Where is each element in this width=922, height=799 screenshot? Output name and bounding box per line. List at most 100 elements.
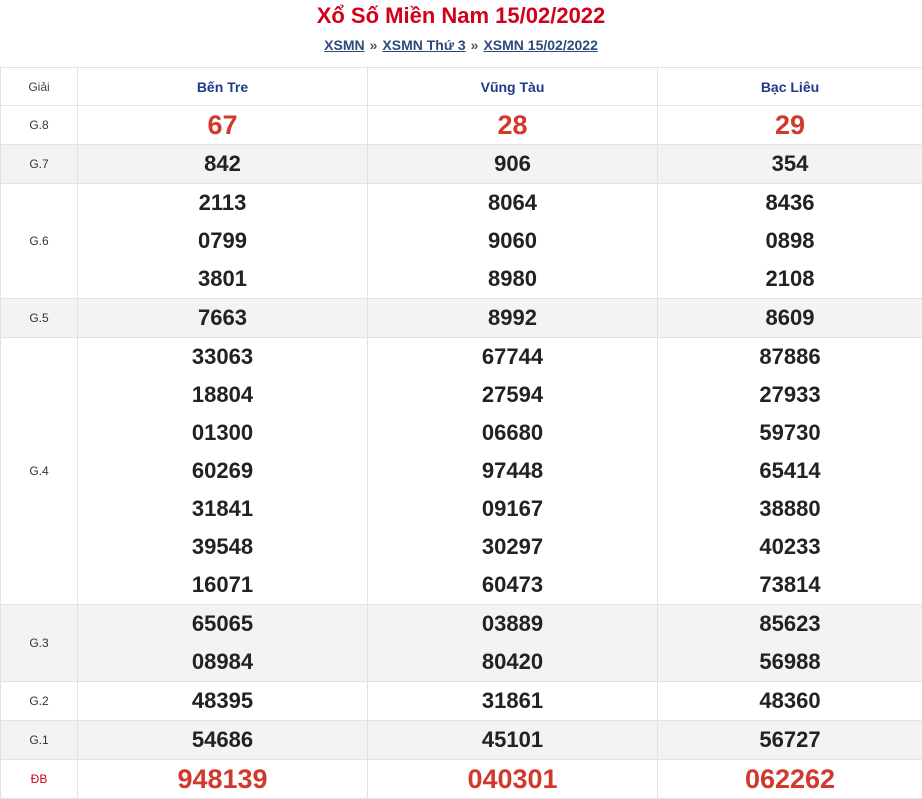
result-number: 87886: [658, 338, 922, 376]
result-number: 8064: [368, 184, 657, 222]
table-row: G.8672829: [1, 106, 922, 145]
result-number: 28: [368, 106, 657, 144]
prize-label: ĐB: [1, 760, 78, 799]
result-number: 948139: [78, 760, 367, 798]
results-table: Giải Bến Tre Vũng Tàu Bạc Liêu G.8672829…: [0, 67, 922, 799]
result-number: 8980: [368, 260, 657, 298]
result-number: 48395: [78, 682, 367, 720]
results-body: G.8672829G.7842906354G.62113079938018064…: [1, 106, 922, 799]
result-cell: 6506508984: [78, 605, 368, 682]
result-cell: 45101: [368, 721, 658, 760]
result-number: 73814: [658, 566, 922, 604]
result-cell: 67744275940668097448091673029760473: [368, 338, 658, 605]
prize-label: G.6: [1, 184, 78, 299]
result-number: 33063: [78, 338, 367, 376]
result-number: 60473: [368, 566, 657, 604]
result-cell: 54686: [78, 721, 368, 760]
result-cell: 7663: [78, 299, 368, 338]
result-number: 16071: [78, 566, 367, 604]
result-number: 56988: [658, 643, 922, 681]
result-number: 85623: [658, 605, 922, 643]
table-row: G.2483953186148360: [1, 682, 922, 721]
breadcrumb-link-xsmn-date[interactable]: XSMN 15/02/2022: [483, 37, 597, 53]
result-cell: 87886279335973065414388804023373814: [658, 338, 922, 605]
result-number: 60269: [78, 452, 367, 490]
result-number: 27933: [658, 376, 922, 414]
prize-label: G.7: [1, 145, 78, 184]
breadcrumb: XSMN»XSMN Thứ 3»XSMN 15/02/2022: [0, 36, 922, 54]
result-number: 3801: [78, 260, 367, 298]
page-header: Xổ Số Miền Nam 15/02/2022 XSMN»XSMN Thứ …: [0, 0, 922, 67]
result-number: 2108: [658, 260, 922, 298]
result-number: 54686: [78, 721, 367, 759]
result-number: 29: [658, 106, 922, 144]
breadcrumb-separator: »: [466, 37, 484, 53]
result-number: 8436: [658, 184, 922, 222]
result-number: 67: [78, 106, 367, 144]
result-number: 7663: [78, 299, 367, 337]
result-number: 09167: [368, 490, 657, 528]
result-cell: 56727: [658, 721, 922, 760]
result-cell: 31861: [368, 682, 658, 721]
province-header-vung-tau: Vũng Tàu: [368, 68, 658, 106]
result-number: 31841: [78, 490, 367, 528]
result-cell: 948139: [78, 760, 368, 799]
province-header-bac-lieu: Bạc Liêu: [658, 68, 922, 106]
result-cell: 842: [78, 145, 368, 184]
result-cell: 843608982108: [658, 184, 922, 299]
result-number: 8992: [368, 299, 657, 337]
result-number: 97448: [368, 452, 657, 490]
result-number: 2113: [78, 184, 367, 222]
result-cell: 8562356988: [658, 605, 922, 682]
result-cell: 062262: [658, 760, 922, 799]
result-number: 040301: [368, 760, 657, 798]
result-cell: 48395: [78, 682, 368, 721]
result-number: 01300: [78, 414, 367, 452]
result-number: 0799: [78, 222, 367, 260]
result-number: 18804: [78, 376, 367, 414]
result-cell: 67: [78, 106, 368, 145]
table-header-row: Giải Bến Tre Vũng Tàu Bạc Liêu: [1, 68, 922, 106]
result-number: 59730: [658, 414, 922, 452]
table-row: G.7842906354: [1, 145, 922, 184]
result-cell: 8609: [658, 299, 922, 338]
result-number: 56727: [658, 721, 922, 759]
province-header-ben-tre: Bến Tre: [78, 68, 368, 106]
result-cell: 0388980420: [368, 605, 658, 682]
prize-label: G.2: [1, 682, 78, 721]
result-cell: 354: [658, 145, 922, 184]
result-cell: 29: [658, 106, 922, 145]
result-cell: 906: [368, 145, 658, 184]
breadcrumb-link-xsmn[interactable]: XSMN: [324, 37, 364, 53]
result-number: 65414: [658, 452, 922, 490]
prize-column-header: Giải: [1, 68, 78, 106]
prize-label: G.4: [1, 338, 78, 605]
result-number: 30297: [368, 528, 657, 566]
result-number: 31861: [368, 682, 657, 720]
result-number: 906: [368, 145, 657, 183]
prize-label: G.3: [1, 605, 78, 682]
breadcrumb-separator: »: [365, 37, 383, 53]
result-number: 06680: [368, 414, 657, 452]
table-row: G.43306318804013006026931841395481607167…: [1, 338, 922, 605]
result-cell: 211307993801: [78, 184, 368, 299]
result-number: 48360: [658, 682, 922, 720]
result-number: 842: [78, 145, 367, 183]
result-cell: 28: [368, 106, 658, 145]
result-number: 40233: [658, 528, 922, 566]
result-number: 354: [658, 145, 922, 183]
result-cell: 8992: [368, 299, 658, 338]
breadcrumb-link-xsmn-thu3[interactable]: XSMN Thứ 3: [382, 37, 465, 53]
result-cell: 806490608980: [368, 184, 658, 299]
table-row: G.3650650898403889804208562356988: [1, 605, 922, 682]
result-number: 39548: [78, 528, 367, 566]
table-row: ĐB948139040301062262: [1, 760, 922, 799]
result-number: 65065: [78, 605, 367, 643]
table-row: G.6211307993801806490608980843608982108: [1, 184, 922, 299]
result-number: 45101: [368, 721, 657, 759]
result-cell: 040301: [368, 760, 658, 799]
result-cell: 48360: [658, 682, 922, 721]
result-number: 27594: [368, 376, 657, 414]
result-number: 9060: [368, 222, 657, 260]
result-number: 38880: [658, 490, 922, 528]
